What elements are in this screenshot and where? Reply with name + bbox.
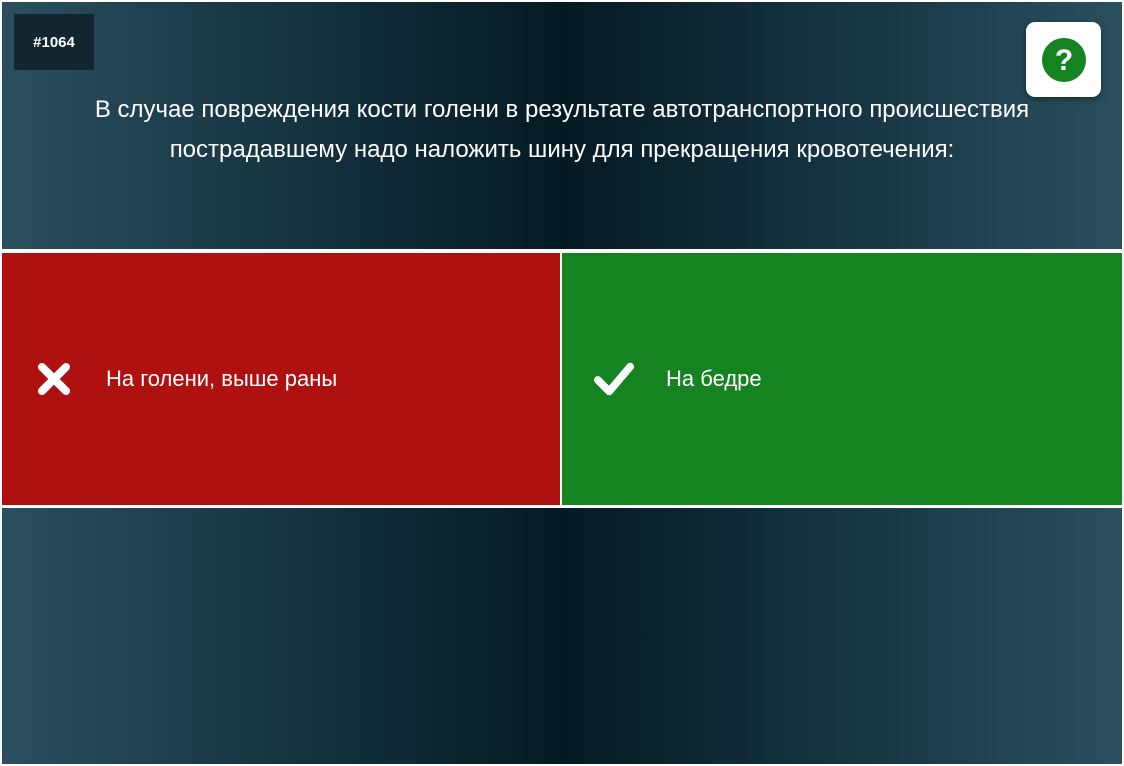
question-panel: #1064 ? В случае повреждения кости голен…: [2, 2, 1122, 249]
question-id-badge: #1064: [14, 14, 94, 70]
svg-text:?: ?: [1054, 44, 1072, 77]
quiz-card: #1064 ? В случае повреждения кости голен…: [2, 2, 1122, 764]
question-text: В случае повреждения кости голени в резу…: [94, 96, 1030, 163]
answer-option-wrong[interactable]: На голени, выше раны: [2, 253, 560, 505]
question-circle-icon: ?: [1041, 37, 1086, 82]
bottom-panel: [2, 508, 1122, 764]
check-icon: [594, 359, 634, 399]
answer-option-correct[interactable]: На бедре: [562, 253, 1122, 505]
cross-icon: [34, 359, 74, 399]
help-button[interactable]: ?: [1026, 22, 1101, 97]
answer-label: На голени, выше раны: [106, 366, 338, 391]
answers-row: На голени, выше раны На бедре: [2, 253, 1122, 505]
answer-label: На бедре: [666, 366, 762, 391]
